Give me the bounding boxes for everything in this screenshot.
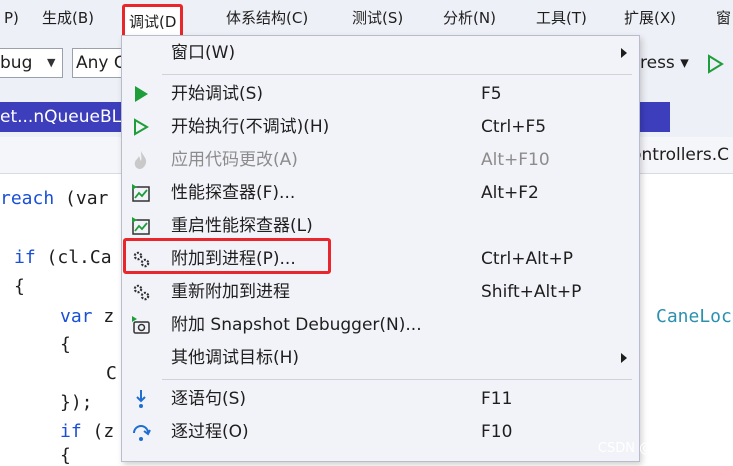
- tab-label: et...nQueueBL: [0, 107, 122, 127]
- menu-item-label: 窗口(W): [171, 43, 236, 63]
- menu-item-shortcut: F5: [481, 84, 502, 104]
- play-outline-icon: [134, 118, 149, 136]
- code-text: z: [92, 306, 115, 327]
- menu-item-reattach-to-process[interactable]: 重新附加到进程 Shift+Alt+P: [122, 276, 639, 308]
- menu-item-step-over[interactable]: 逐过程(O) F10: [122, 416, 639, 448]
- camera-icon: [132, 316, 150, 334]
- menu-extensions[interactable]: 扩展(X): [624, 0, 676, 37]
- menu-item-label: 逐语句(S): [171, 389, 247, 409]
- code-line-4: var z: [60, 306, 114, 327]
- menu-item-label: 附加 Snapshot Debugger(N)...: [171, 315, 422, 335]
- menu-test[interactable]: 测试(S): [352, 0, 403, 37]
- code-line-8: if (z: [60, 421, 114, 442]
- code-keyword: var: [60, 306, 93, 327]
- code-text: (z: [81, 421, 115, 442]
- menu-item-apply-code-changes: 应用代码更改(A) Alt+F10: [122, 144, 639, 176]
- menu-item-performance-profiler[interactable]: 性能探查器(F)... Alt+F2: [122, 177, 639, 209]
- code-line-6: C: [106, 363, 117, 384]
- platform-value: Any C: [76, 53, 126, 73]
- menu-analyze[interactable]: 分析(N): [443, 0, 496, 37]
- menu-item-label: 其他调试目标(H): [171, 348, 300, 368]
- menu-item-shortcut: F10: [481, 422, 513, 442]
- code-keyword: if: [14, 247, 36, 268]
- code-line-5: {: [60, 334, 71, 355]
- play-outline-icon[interactable]: [706, 54, 724, 74]
- chevron-right-icon: [621, 48, 627, 58]
- code-line-3: {: [14, 276, 25, 297]
- menu-item-label: 应用代码更改(A): [171, 150, 298, 170]
- highlight-box: [123, 238, 331, 274]
- code-line-1: reach (var: [0, 188, 108, 209]
- menu-build[interactable]: 生成(B): [42, 0, 94, 37]
- code-line-9: {: [60, 445, 71, 466]
- code-type-name: CaneLoc: [656, 306, 732, 327]
- menu-item-shortcut: Ctrl+Alt+P: [481, 249, 574, 269]
- menu-item-start-without-debugging[interactable]: 开始执行(不调试)(H) Ctrl+F5: [122, 111, 639, 143]
- play-icon: [135, 86, 148, 102]
- gears-reattach-icon: [133, 284, 150, 301]
- menu-item-shortcut: Shift+Alt+P: [481, 282, 582, 302]
- config-value: bug: [0, 53, 33, 73]
- menu-tools[interactable]: 工具(T): [536, 0, 587, 37]
- menu-item-step-into[interactable]: 逐语句(S) F11: [122, 383, 639, 415]
- menu-item-shortcut: Alt+F2: [481, 183, 539, 203]
- debug-menu: 窗口(W) 开始调试(S) F5 开始执行(不调试)(H) Ctrl+F5 应用…: [121, 35, 640, 462]
- menu-bar: P) 生成(B) 调试(D 体系结构(C) 测试(S) 分析(N) 工具(T) …: [0, 0, 733, 40]
- tab-right-stub: [640, 102, 670, 132]
- menu-item-start-debugging[interactable]: 开始调试(S) F5: [122, 78, 639, 110]
- code-keyword: reach: [0, 188, 55, 209]
- perf-chart-icon: [132, 184, 150, 202]
- menu-item-label: 性能探查器(F)...: [171, 183, 296, 203]
- menu-project[interactable]: P): [4, 0, 19, 37]
- menu-item-label: 开始执行(不调试)(H): [171, 117, 330, 137]
- menu-window[interactable]: 窗: [716, 0, 731, 37]
- run-target-button[interactable]: ress ▾: [640, 53, 689, 73]
- perf-restart-icon: [132, 217, 150, 235]
- code-line-7: });: [60, 392, 93, 413]
- code-text: (var: [54, 188, 109, 209]
- step-over-icon: [133, 425, 151, 441]
- menu-separator: [162, 74, 632, 75]
- menu-item-attach-snapshot-debugger[interactable]: 附加 Snapshot Debugger(N)...: [122, 309, 639, 341]
- menu-item-label: 重新附加到进程: [171, 282, 290, 302]
- menu-separator: [162, 379, 632, 380]
- step-into-icon: [136, 390, 146, 408]
- member-dropdown[interactable]: ontrollers.C: [631, 137, 729, 173]
- menu-item-window[interactable]: 窗口(W): [122, 37, 639, 69]
- menu-item-shortcut: F11: [481, 389, 513, 409]
- menu-item-label: 逐过程(O): [171, 422, 249, 442]
- menu-item-shortcut: Ctrl+F5: [481, 117, 547, 137]
- code-text: (cl.Ca: [35, 247, 112, 268]
- flame-icon: [134, 151, 147, 169]
- chevron-down-icon[interactable]: ▼: [47, 56, 55, 69]
- chevron-right-icon: [621, 353, 627, 363]
- code-line-2: if (cl.Ca: [14, 247, 112, 268]
- menu-item-shortcut: Alt+F10: [481, 150, 550, 170]
- menu-item-other-debug-targets[interactable]: 其他调试目标(H): [122, 342, 639, 374]
- menu-architecture[interactable]: 体系结构(C): [226, 0, 308, 37]
- code-keyword: if: [60, 421, 82, 442]
- menu-item-label: 开始调试(S): [171, 84, 264, 104]
- watermark: CSDN @xiaobaook: [597, 441, 719, 456]
